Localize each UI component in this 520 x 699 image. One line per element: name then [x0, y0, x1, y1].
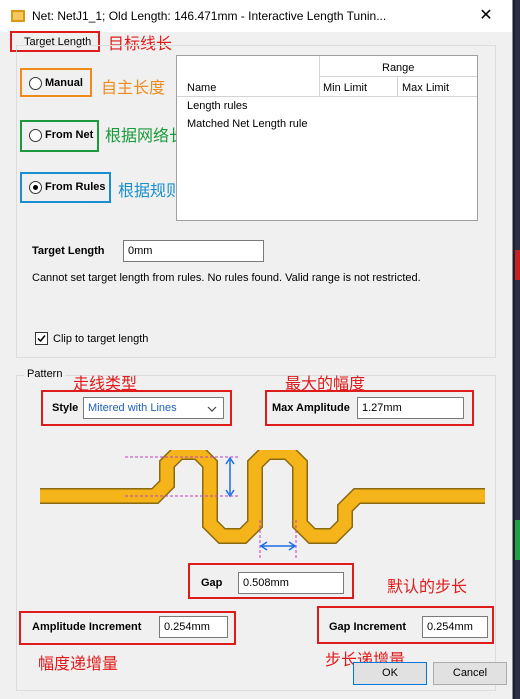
status-message: Cannot set target length from rules. No … — [32, 272, 421, 284]
range-header: Range — [382, 62, 415, 74]
background-marker — [515, 250, 520, 280]
from-net-label[interactable]: From Net — [45, 129, 93, 141]
chevron-down-icon — [207, 406, 217, 412]
close-icon[interactable]: ✕ — [468, 4, 504, 28]
gap-increment-label: Gap Increment — [329, 621, 407, 633]
gap-increment-input[interactable]: 0.254mm — [422, 616, 488, 638]
from-rules-radio[interactable] — [29, 181, 42, 194]
window-title: Net: NetJ1_1; Old Length: 146.471mm - In… — [32, 9, 387, 23]
max-amplitude-label: Max Amplitude — [272, 402, 350, 414]
column-max-limit[interactable]: Max Limit — [402, 82, 449, 94]
target-length-input[interactable]: 0mm — [123, 240, 264, 262]
table-row[interactable]: Length rules — [187, 100, 248, 112]
background-window-edge — [515, 0, 520, 699]
pattern-group-label: Pattern — [24, 368, 66, 380]
manual-annotation: 自主长度 — [101, 80, 166, 97]
style-select-value: Mitered with Lines — [88, 402, 177, 414]
header-row-divider — [319, 76, 477, 77]
clip-checkbox[interactable] — [35, 332, 48, 345]
clip-label[interactable]: Clip to target length — [53, 333, 148, 345]
style-label: Style — [52, 402, 79, 414]
amplitude-increment-input[interactable]: 0.254mm — [159, 616, 228, 638]
table-row[interactable]: Matched Net Length rule — [187, 118, 307, 130]
dialog-window: Net: NetJ1_1; Old Length: 146.471mm - In… — [0, 0, 513, 699]
gap-annotation: 默认的步长 — [387, 579, 468, 596]
column-divider — [397, 76, 398, 96]
column-min-limit[interactable]: Min Limit — [323, 82, 367, 94]
style-select[interactable]: Mitered with Lines — [83, 397, 224, 419]
manual-label[interactable]: Manual — [45, 77, 83, 89]
amplitude-increment-annotation: 幅度递增量 — [38, 656, 119, 673]
checkmark-icon — [37, 335, 46, 343]
app-icon — [11, 10, 25, 22]
ok-button[interactable]: OK — [353, 662, 427, 685]
from-rules-label[interactable]: From Rules — [45, 181, 106, 193]
title-bar: Net: NetJ1_1; Old Length: 146.471mm - In… — [0, 0, 512, 32]
manual-radio[interactable] — [29, 77, 42, 90]
from-net-radio[interactable] — [29, 129, 42, 142]
background-marker — [515, 520, 520, 560]
cancel-button[interactable]: Cancel — [433, 662, 507, 685]
column-name[interactable]: Name — [187, 82, 216, 94]
pattern-diagram — [40, 450, 485, 560]
amplitude-increment-label: Amplitude Increment — [32, 621, 142, 633]
rules-table[interactable]: Range Name Min Limit Max Limit Length ru… — [176, 55, 478, 221]
gap-label: Gap — [201, 577, 223, 589]
target-length-field-label: Target Length — [32, 245, 105, 257]
max-amplitude-input[interactable]: 1.27mm — [357, 397, 464, 419]
gap-input[interactable]: 0.508mm — [238, 572, 344, 594]
